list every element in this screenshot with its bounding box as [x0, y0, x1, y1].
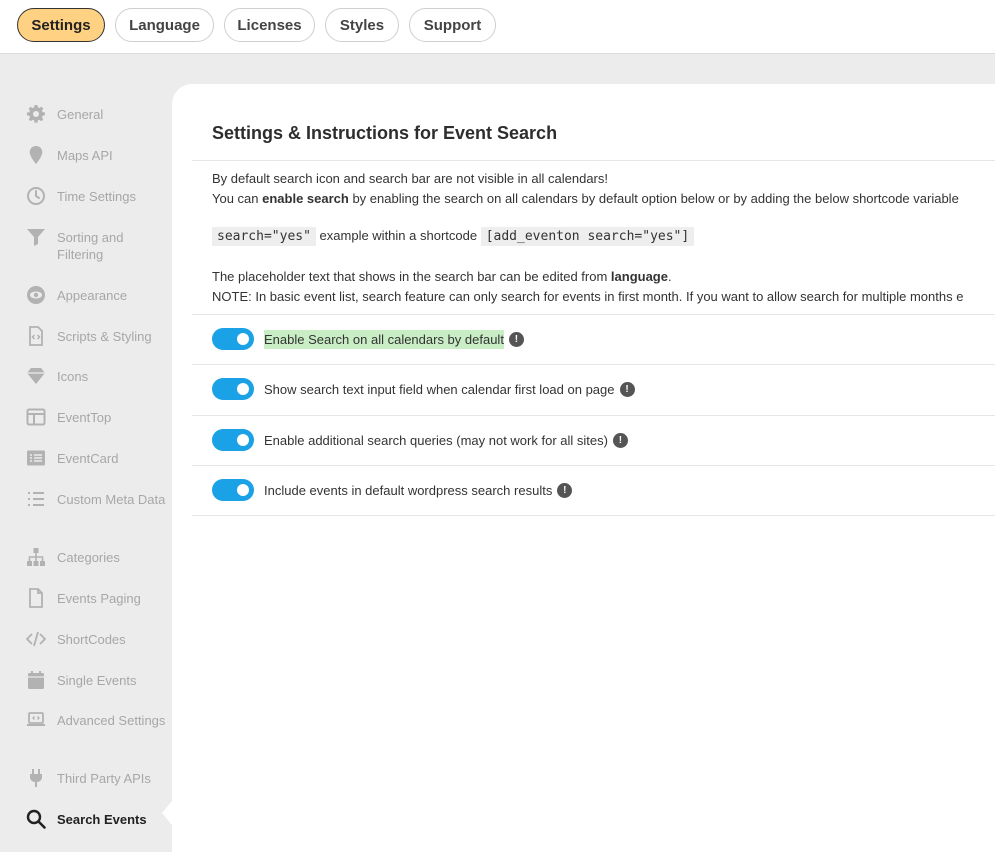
- code-icon: [26, 629, 46, 649]
- setting-include-wp-search: Include events in default wordpress sear…: [212, 479, 573, 501]
- sidebar-item-categories[interactable]: Categories: [26, 547, 172, 569]
- tab-support[interactable]: Support: [409, 8, 496, 42]
- sidebar-item-eventcard[interactable]: EventCard: [26, 448, 172, 470]
- setting-enable-search: Enable Search on all calendars by defaul…: [212, 328, 524, 350]
- sidebar-item-icons[interactable]: Icons: [26, 366, 172, 388]
- toggle-label: Enable Search on all calendars by defaul…: [264, 329, 504, 349]
- intro-text-2: You can enable search by enabling the se…: [212, 191, 959, 206]
- shortcode-example: search="yes" example within a shortcode …: [212, 227, 695, 246]
- sidebar-item-label: Advanced Settings: [57, 713, 166, 728]
- filter-icon: [26, 227, 46, 247]
- sidebar-item-sorting-filtering[interactable]: Sorting and Filtering: [26, 227, 172, 267]
- sidebar-item-label: EventTop: [57, 410, 112, 425]
- laptop-code-icon: [26, 710, 46, 730]
- sidebar-item-label: EventCard: [57, 451, 119, 466]
- intro-text-1: By default search icon and search bar ar…: [212, 171, 608, 186]
- toggle-switch[interactable]: [212, 378, 254, 400]
- list-icon: [26, 489, 46, 509]
- layout-icon: [26, 407, 46, 427]
- gear-icon: [26, 104, 46, 124]
- setting-show-search-input: Show search text input field when calend…: [212, 378, 635, 400]
- sidebar-item-label: Appearance: [57, 288, 128, 303]
- sidebar-item-third-party-apis[interactable]: Third Party APIs: [26, 768, 172, 790]
- sidebar-item-scripts-styling[interactable]: Scripts & Styling: [26, 326, 172, 348]
- placeholder-text: The placeholder text that shows in the s…: [212, 269, 672, 284]
- diamond-icon: [26, 366, 46, 386]
- clock-icon: [26, 186, 46, 206]
- search-icon: [26, 809, 46, 829]
- sidebar-item-label: General: [57, 107, 104, 122]
- tab-settings[interactable]: Settings: [17, 8, 105, 42]
- sidebar-item-shortcodes[interactable]: ShortCodes: [26, 629, 172, 651]
- sidebar-item-label: ShortCodes: [57, 632, 126, 647]
- info-icon[interactable]: !: [508, 331, 524, 347]
- toggle-label: Enable additional search queries (may no…: [264, 432, 608, 448]
- divider: [192, 314, 995, 315]
- code-snippet: [add_eventon search="yes"]: [480, 227, 695, 246]
- sidebar-item-general[interactable]: General: [26, 104, 172, 126]
- sidebar-item-label: Custom Meta Data: [57, 492, 166, 507]
- language-link[interactable]: language: [611, 269, 668, 284]
- sidebar-item-label: Scripts & Styling: [57, 329, 152, 344]
- toggle-switch[interactable]: [212, 328, 254, 350]
- sidebar-item-label: Single Events: [57, 673, 137, 688]
- calendar-icon: [26, 670, 46, 690]
- settings-sidebar: General Maps API Time Settings Sorting a…: [0, 54, 172, 852]
- info-icon[interactable]: !: [612, 432, 628, 448]
- card-list-icon: [26, 448, 46, 468]
- divider: [192, 160, 995, 161]
- sidebar-item-custom-meta-data[interactable]: Custom Meta Data: [26, 489, 172, 529]
- divider: [192, 415, 995, 416]
- sidebar-item-single-events[interactable]: Single Events: [26, 670, 172, 692]
- sidebar-item-advanced-settings[interactable]: Advanced Settings: [26, 710, 172, 750]
- eye-icon: [26, 285, 46, 305]
- sidebar-item-eventtop[interactable]: EventTop: [26, 407, 172, 429]
- divider: [192, 465, 995, 466]
- sidebar-item-label: Third Party APIs: [57, 771, 151, 786]
- sidebar-item-label: Categories: [57, 550, 120, 565]
- sidebar-item-search-events[interactable]: Search Events: [26, 809, 172, 831]
- top-tab-bar: Settings Language Licenses Styles Suppor…: [0, 0, 995, 54]
- setting-additional-queries: Enable additional search queries (may no…: [212, 429, 628, 451]
- code-snippet: search="yes": [212, 227, 316, 246]
- toggle-label: Include events in default wordpress sear…: [264, 482, 553, 498]
- page-title: Settings & Instructions for Event Search: [212, 123, 558, 143]
- sidebar-item-label: Maps API: [57, 148, 113, 163]
- tab-licenses[interactable]: Licenses: [224, 8, 315, 42]
- note-text: NOTE: In basic event list, search featur…: [212, 289, 964, 304]
- info-icon[interactable]: !: [557, 482, 573, 498]
- sidebar-item-label: Time Settings: [57, 189, 136, 204]
- tab-language[interactable]: Language: [115, 8, 214, 42]
- info-icon[interactable]: !: [619, 381, 635, 397]
- plug-icon: [26, 768, 46, 788]
- map-pin-icon: [26, 145, 46, 165]
- sidebar-item-label: Sorting and Filtering: [57, 230, 124, 262]
- sidebar-item-label: Events Paging: [57, 591, 141, 606]
- sidebar-item-appearance[interactable]: Appearance: [26, 285, 172, 307]
- sidebar-item-label: Search Events: [57, 812, 147, 827]
- divider: [192, 515, 995, 516]
- sidebar-item-maps-api[interactable]: Maps API: [26, 145, 172, 167]
- active-item-pointer: [162, 801, 172, 825]
- sitemap-icon: [26, 547, 46, 567]
- sidebar-item-time-settings[interactable]: Time Settings: [26, 186, 172, 208]
- toggle-switch[interactable]: [212, 429, 254, 451]
- sidebar-item-label: Icons: [57, 369, 89, 384]
- settings-panel: Settings & Instructions for Event Search…: [172, 84, 995, 852]
- toggle-label: Show search text input field when calend…: [264, 381, 615, 397]
- code-file-icon: [26, 326, 46, 346]
- toggle-switch[interactable]: [212, 479, 254, 501]
- tab-styles[interactable]: Styles: [325, 8, 399, 42]
- file-icon: [26, 588, 46, 608]
- sidebar-item-events-paging[interactable]: Events Paging: [26, 588, 172, 610]
- divider: [192, 364, 995, 365]
